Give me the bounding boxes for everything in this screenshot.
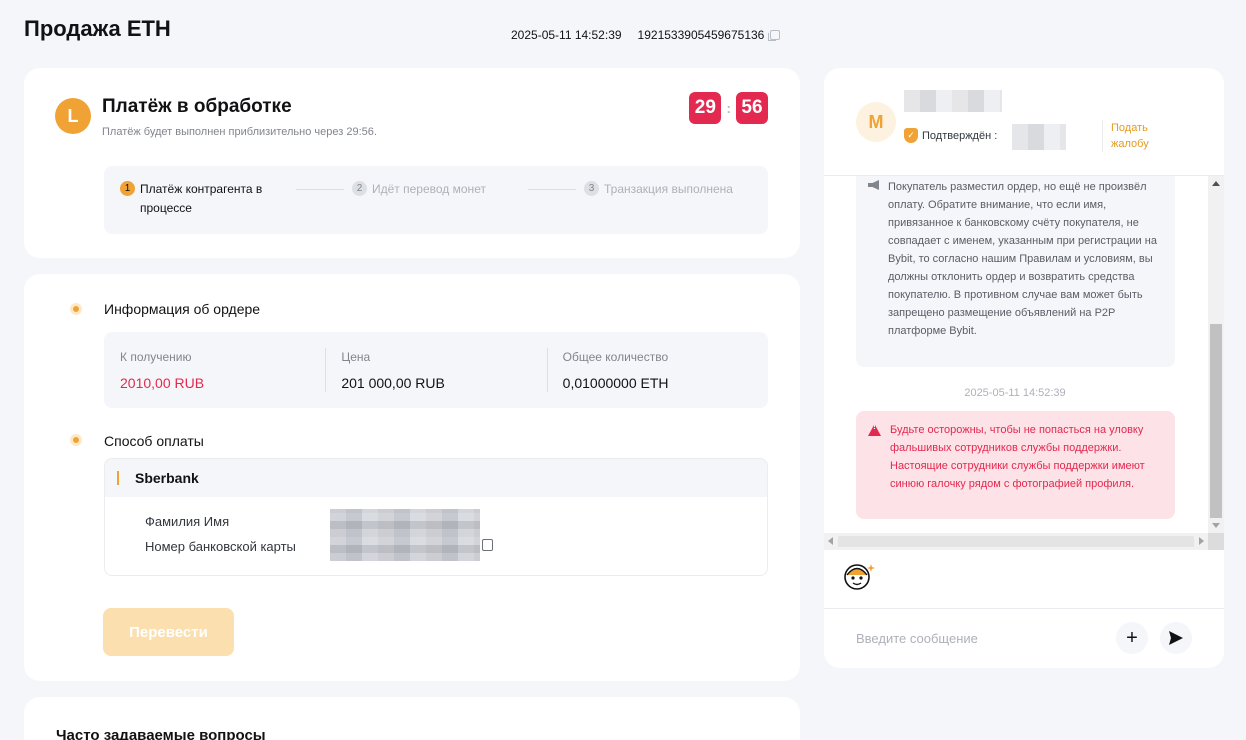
timer-seconds: 56 <box>736 92 768 124</box>
name-label: Фамилия Имя <box>145 514 230 529</box>
status-card: L Платёж в обработке Платёж будет выполн… <box>24 68 800 258</box>
price-value: 201 000,00 RUB <box>341 375 445 391</box>
copy-icon[interactable] <box>768 30 781 41</box>
order-card: Информация об ордере К получению 2010,00… <box>24 274 800 681</box>
faq-card: Часто задаваемые вопросы <box>24 697 800 740</box>
total-value: 0,01000000 ETH <box>562 375 669 391</box>
megaphone-icon <box>868 180 879 190</box>
status-title: Платёж в обработке <box>102 96 292 117</box>
receive-label: К получению <box>120 350 192 364</box>
order-datetime: 2025-05-11 14:52:39 <box>511 28 622 42</box>
section-dot <box>70 303 82 315</box>
bank-name: Sberbank <box>135 470 199 486</box>
timer-separator: : <box>726 100 731 116</box>
system-message-text: Покупатель разместил ордер, но ещё не пр… <box>888 181 1157 337</box>
section-dot <box>70 434 82 446</box>
accent-bar <box>117 471 119 485</box>
redacted-verified-name <box>1012 124 1066 150</box>
redacted-username <box>904 90 1002 112</box>
warning-message-text: Будьте осторожны, чтобы не попасться на … <box>890 424 1145 490</box>
receive-value: 2010,00 RUB <box>120 375 205 391</box>
step-label: Платёж контрагента в процессе <box>140 182 263 215</box>
input-divider <box>824 608 1224 609</box>
horizontal-scrollbar[interactable] <box>824 533 1208 550</box>
chat-panel: M ✓ Подтверждён : Подать жалобу Покупате… <box>824 68 1224 668</box>
plus-icon: + <box>1126 626 1138 649</box>
payment-method-title: Способ оплаты <box>104 433 204 449</box>
step-label: Транзакция выполнена <box>604 182 733 196</box>
system-message: Покупатель разместил ордер, но ещё не пр… <box>856 176 1175 367</box>
support-bot-icon[interactable] <box>840 558 876 592</box>
step-3: 3 Транзакция выполнена <box>584 180 733 199</box>
timer-minutes: 29 <box>689 92 722 124</box>
scroll-up-arrow-icon[interactable] <box>1212 181 1220 186</box>
step-1: 1 Платёж контрагента в процессе <box>120 180 270 218</box>
verified-label: Подтверждён : <box>922 129 998 142</box>
warning-message: ! Будьте осторожны, чтобы не попасться н… <box>856 411 1175 519</box>
price-label: Цена <box>341 350 371 364</box>
counterparty-avatar: L <box>55 98 91 134</box>
copy-card-icon[interactable] <box>482 539 493 551</box>
transfer-button[interactable]: Перевести <box>103 608 234 656</box>
verified-row: ✓ Подтверждён : <box>904 128 997 143</box>
message-input[interactable] <box>856 626 1106 650</box>
complain-label: Подать жалобу <box>1111 122 1149 150</box>
payment-bank-header: Sberbank <box>105 459 767 497</box>
attach-button[interactable]: + <box>1116 622 1148 654</box>
step-number: 1 <box>120 181 135 196</box>
step-connector <box>528 189 576 190</box>
order-id: 1921533905459675136 <box>637 28 765 42</box>
scroll-left-arrow-icon[interactable] <box>828 537 833 545</box>
countdown-timer: 29 : 56 <box>689 92 768 124</box>
price-column: Цена 201 000,00 RUB <box>325 332 546 408</box>
card-number-label: Номер банковской карты <box>145 539 296 554</box>
scrollbar-thumb[interactable] <box>838 536 1194 547</box>
step-2: 2 Идёт перевод монет <box>352 180 486 199</box>
scroll-down-arrow-icon[interactable] <box>1212 523 1220 528</box>
chat-messages[interactable]: Покупатель разместил ордер, но ещё не пр… <box>824 176 1224 550</box>
order-meta: 2025-05-11 14:52:39 1921533905459675136 <box>511 28 781 42</box>
order-info-box: К получению 2010,00 RUB Цена 201 000,00 … <box>104 332 768 408</box>
merchant-avatar: M <box>856 102 896 142</box>
redacted-overlay <box>330 509 480 561</box>
progress-steps: 1 Платёж контрагента в процессе 2 Идёт п… <box>104 166 768 234</box>
step-connector <box>296 189 344 190</box>
total-column: Общее количество 0,01000000 ETH <box>546 332 768 408</box>
payment-method-box: Sberbank Фамилия Имя Номер банковской ка… <box>104 458 768 576</box>
receive-column: К получению 2010,00 RUB <box>104 332 325 408</box>
warning-icon: ! <box>868 424 881 436</box>
complain-link[interactable]: Подать жалобу <box>1102 120 1161 152</box>
vertical-scrollbar[interactable] <box>1208 176 1224 533</box>
message-time: 2025-05-11 14:52:39 <box>964 387 1066 399</box>
scrollbar-corner <box>1208 533 1224 550</box>
faq-title: Часто задаваемые вопросы <box>56 727 266 740</box>
step-label: Идёт перевод монет <box>372 182 486 196</box>
scrollbar-thumb[interactable] <box>1210 324 1222 518</box>
page-title: Продажа ETH <box>24 16 171 41</box>
status-subtitle: Платёж будет выполнен приблизительно чер… <box>102 126 377 138</box>
scroll-right-arrow-icon[interactable] <box>1199 537 1204 545</box>
send-button[interactable] <box>1160 622 1192 654</box>
step-number: 2 <box>352 181 367 196</box>
order-info-title: Информация об ордере <box>104 301 261 317</box>
send-icon <box>1169 631 1183 645</box>
total-label: Общее количество <box>562 350 669 364</box>
verified-shield-icon: ✓ <box>904 128 918 143</box>
step-number: 3 <box>584 181 599 196</box>
